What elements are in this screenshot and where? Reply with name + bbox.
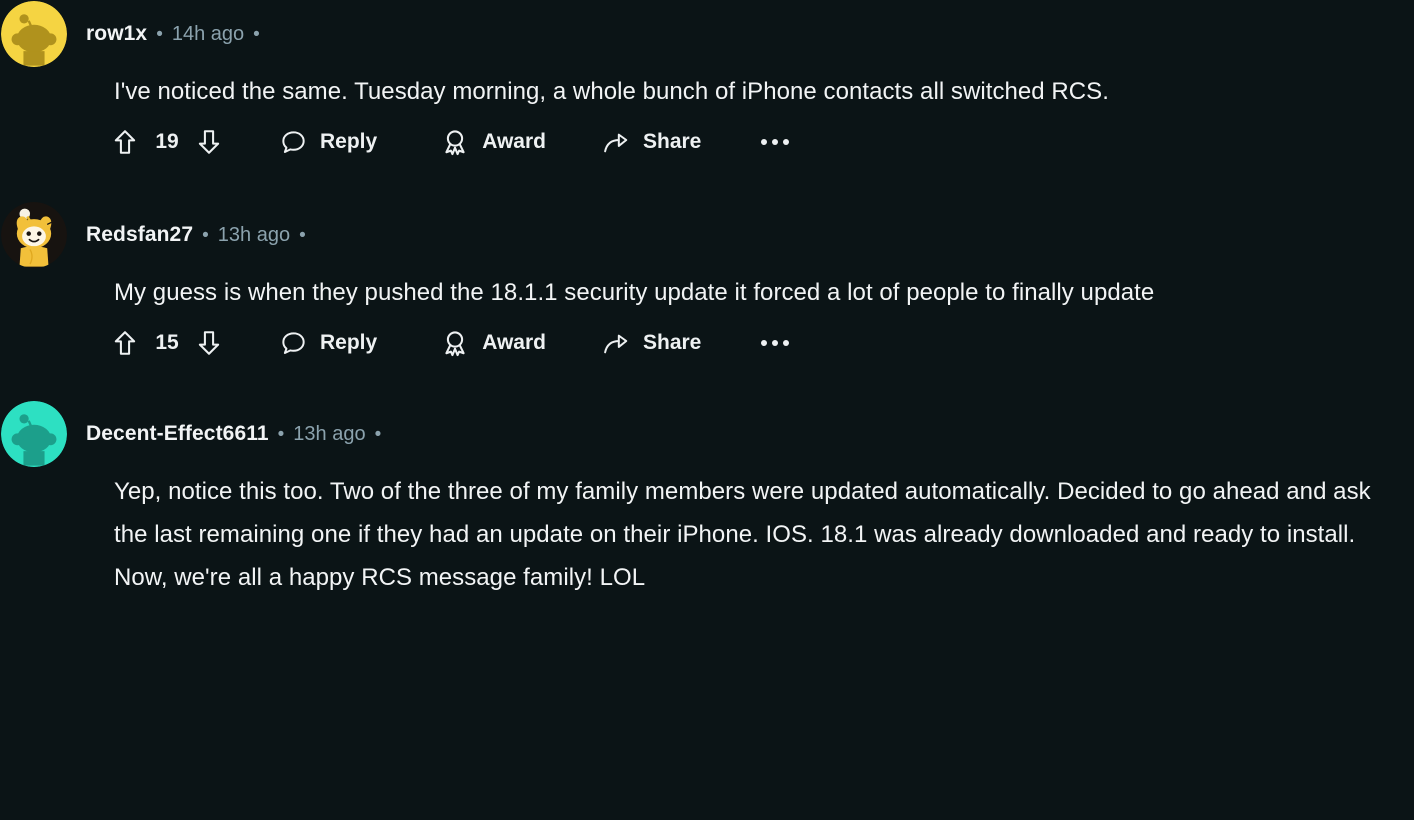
upvote-arrow-icon[interactable] (112, 329, 138, 357)
comment-author[interactable]: row1x (86, 22, 147, 46)
upvote-arrow-icon[interactable] (112, 128, 138, 156)
comment-body: I've noticed the same. Tuesday morning, … (114, 78, 1109, 105)
reply-button[interactable]: Reply (280, 129, 377, 156)
downvote-arrow-icon[interactable] (196, 128, 222, 156)
avatar-snoo-teal[interactable] (1, 401, 67, 467)
meta-separator-dot: • (374, 424, 382, 445)
comment-meta: Redsfan27 • 13h ago • (86, 223, 315, 247)
comment-body: My guess is when they pushed the 18.1.1 … (114, 279, 1155, 306)
meta-separator-dot: • (202, 225, 209, 246)
vote-count: 15 (155, 331, 179, 354)
comment-action-bar: 15 Reply Award Share (112, 314, 1414, 366)
comment-timestamp: 13h ago (217, 224, 291, 246)
meta-separator-dot: • (299, 225, 306, 246)
comment-meta: Decent-Effect6611 • 13h ago • (86, 422, 390, 446)
avatar-container[interactable] (0, 401, 68, 467)
share-label: Share (643, 130, 702, 153)
more-dot (761, 340, 768, 346)
comment-author[interactable]: Decent-Effect6611 (86, 422, 269, 446)
comment-item: Decent-Effect6611 • 13h ago • Yep, notic… (0, 400, 1414, 599)
share-arrow-icon (602, 330, 630, 357)
more-options-icon[interactable] (757, 131, 793, 153)
share-button[interactable]: Share (602, 330, 701, 357)
comment-action-bar: 19 Reply Award Share (112, 113, 1414, 165)
comment-spacer (0, 165, 1414, 201)
comment-body: Yep, notice this too. Two of the three o… (114, 478, 1371, 591)
comment-timestamp: 13h ago (293, 423, 366, 445)
comment-meta: row1x • 14h ago • (86, 22, 269, 46)
meta-separator-dot: • (253, 24, 260, 45)
more-dot (761, 139, 768, 145)
award-label: Award (482, 130, 546, 153)
avatar-snoo-yellow[interactable] (1, 1, 67, 67)
vote-count: 19 (155, 130, 179, 153)
avatar-snoo-tiger-costume[interactable] (1, 202, 67, 268)
award-medal-icon (441, 329, 469, 357)
comment-author[interactable]: Redsfan27 (86, 223, 193, 247)
award-label: Award (482, 331, 546, 354)
more-dot (783, 139, 790, 145)
comment-thread: row1x • 14h ago • I've noticed the same.… (0, 0, 1414, 820)
share-label: Share (643, 331, 702, 354)
award-button[interactable]: Award (441, 329, 546, 357)
award-button[interactable]: Award (441, 128, 546, 156)
comment-header: row1x • 14h ago • (0, 0, 1414, 68)
meta-separator-dot: • (277, 424, 285, 445)
comment-header: Decent-Effect6611 • 13h ago • (0, 400, 1414, 468)
comment-header: Redsfan27 • 13h ago • (0, 201, 1414, 269)
comment-spacer (0, 366, 1414, 400)
comment-item: row1x • 14h ago • I've noticed the same.… (0, 0, 1414, 165)
share-button[interactable]: Share (602, 129, 701, 156)
reply-label: Reply (320, 331, 378, 354)
award-medal-icon (441, 128, 469, 156)
more-dot (783, 340, 790, 346)
vote-group: 19 (112, 128, 222, 156)
avatar-container[interactable] (0, 1, 68, 67)
comment-bubble-icon (280, 129, 307, 156)
reply-button[interactable]: Reply (280, 330, 377, 357)
vote-group: 15 (112, 329, 222, 357)
more-options-icon[interactable] (757, 332, 793, 354)
reply-label: Reply (320, 130, 378, 153)
share-arrow-icon (602, 129, 630, 156)
avatar-container[interactable] (0, 202, 68, 268)
comment-bubble-icon (280, 330, 307, 357)
comment-timestamp: 14h ago (171, 23, 245, 45)
downvote-arrow-icon[interactable] (196, 329, 222, 357)
more-dot (772, 340, 779, 346)
more-dot (772, 139, 779, 145)
meta-separator-dot: • (156, 24, 163, 45)
comment-item: Redsfan27 • 13h ago • My guess is when t… (0, 201, 1414, 366)
